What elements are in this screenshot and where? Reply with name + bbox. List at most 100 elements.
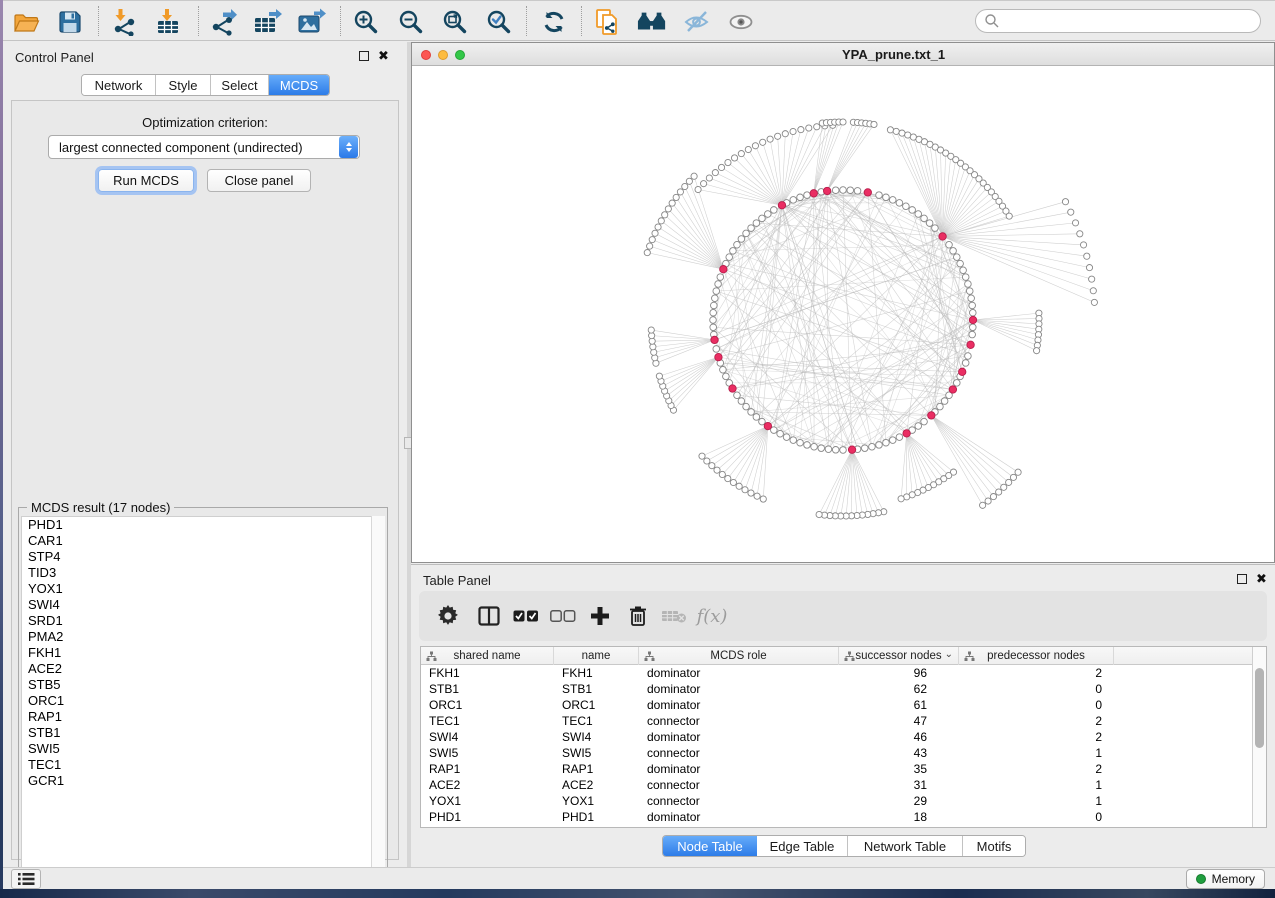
network-node[interactable]	[754, 493, 760, 499]
mcds-result-item[interactable]: ACE2	[22, 661, 372, 677]
network-node[interactable]	[966, 288, 973, 295]
network-node[interactable]	[760, 139, 766, 145]
network-node[interactable]	[760, 496, 766, 502]
network-node[interactable]	[753, 414, 760, 421]
tab-select[interactable]: Select	[211, 75, 269, 95]
network-node[interactable]	[730, 479, 736, 485]
cell-name[interactable]: FKH1	[554, 665, 639, 681]
table-row-PHD1[interactable]: PHD1PHD1dominator180	[421, 809, 1253, 825]
cell-successor-nodes[interactable]: 18	[839, 809, 959, 825]
network-node[interactable]	[804, 442, 811, 449]
cell-successor-nodes[interactable]: 46	[839, 729, 959, 745]
mcds-result-item[interactable]: GCR1	[22, 773, 372, 789]
network-node[interactable]	[764, 211, 771, 218]
network-node[interactable]	[686, 178, 692, 184]
node-table-header[interactable]: shared namenameMCDS rolesuccessor nodes⌄…	[421, 647, 1253, 665]
network-node[interactable]	[889, 437, 896, 444]
cell-successor-nodes[interactable]: 31	[839, 777, 959, 793]
network-node[interactable]	[771, 207, 778, 214]
network-node[interactable]	[648, 327, 654, 333]
network-node[interactable]	[840, 447, 847, 454]
network-node[interactable]	[759, 215, 766, 222]
network-node[interactable]	[883, 194, 890, 201]
mcds-result-item[interactable]: STB1	[22, 725, 372, 741]
network-node[interactable]	[677, 189, 683, 195]
network-node[interactable]	[950, 248, 957, 255]
network-node[interactable]	[985, 498, 991, 504]
network-node[interactable]	[969, 331, 976, 338]
mcds-result-item[interactable]: TEC1	[22, 757, 372, 773]
cell-predecessor-nodes[interactable]: 0	[959, 809, 1114, 825]
mcds-result-item[interactable]: SWI4	[22, 597, 372, 613]
cell-shared-name[interactable]: STB1	[421, 681, 554, 697]
mcds-hub-node[interactable]	[967, 341, 974, 348]
cell-shared-name[interactable]: RAP1	[421, 761, 554, 777]
network-node[interactable]	[782, 131, 788, 137]
mcds-result-list[interactable]: PHD1CAR1STP4TID3YOX1SWI4SRD1PMA2FKH1ACE2…	[21, 516, 373, 876]
network-node[interactable]	[946, 241, 953, 248]
table-settings-gear-icon[interactable]	[433, 602, 463, 630]
task-history-button[interactable]	[11, 869, 41, 889]
close-table-panel-icon[interactable]: ✖	[1256, 574, 1267, 584]
network-node[interactable]	[969, 324, 976, 331]
network-node[interactable]	[753, 220, 760, 227]
column-header-name[interactable]: name	[554, 647, 639, 665]
network-node[interactable]	[825, 446, 832, 453]
network-node[interactable]	[960, 267, 967, 274]
network-node[interactable]	[738, 236, 745, 243]
open-file-icon[interactable]	[11, 8, 41, 36]
cell-name[interactable]: SWI4	[554, 729, 639, 745]
network-node[interactable]	[1072, 220, 1078, 226]
network-node[interactable]	[876, 192, 883, 199]
node-table[interactable]: shared namenameMCDS rolesuccessor nodes⌄…	[420, 646, 1267, 828]
cell-name[interactable]: RAP1	[554, 761, 639, 777]
network-node[interactable]	[691, 173, 697, 179]
column-header-MCDS-role[interactable]: MCDS role	[639, 647, 839, 665]
table-scrollbar[interactable]	[1252, 647, 1266, 827]
network-canvas[interactable]	[412, 66, 1274, 562]
mcds-hub-node[interactable]	[729, 385, 736, 392]
network-node[interactable]	[759, 418, 766, 425]
show-hide-icon[interactable]	[682, 8, 712, 36]
network-node[interactable]	[719, 471, 725, 477]
cell-name[interactable]: ORC1	[554, 697, 639, 713]
copy-network-icon[interactable]	[593, 8, 623, 36]
network-node[interactable]	[804, 192, 811, 199]
float-panel-icon[interactable]	[359, 51, 369, 61]
network-node[interactable]	[665, 206, 671, 212]
table-row-YOX1[interactable]: YOX1YOX1connector291	[421, 793, 1253, 809]
network-node[interactable]	[921, 418, 928, 425]
network-node[interactable]	[896, 200, 903, 207]
cell-predecessor-nodes[interactable]: 2	[959, 761, 1114, 777]
network-node[interactable]	[921, 215, 928, 222]
network-node[interactable]	[811, 443, 818, 450]
mcds-hub-node[interactable]	[711, 336, 718, 343]
network-node[interactable]	[649, 237, 655, 243]
deselect-all-icon[interactable]	[548, 602, 578, 630]
table-scrollbar-thumb[interactable]	[1255, 668, 1264, 748]
table-tab-edge-table[interactable]: Edge Table	[757, 836, 848, 856]
cell-successor-nodes[interactable]: 96	[839, 665, 959, 681]
mcds-result-item[interactable]: TID3	[22, 565, 372, 581]
table-row-ORC1[interactable]: ORC1ORC1dominator610	[421, 697, 1253, 713]
network-node[interactable]	[962, 360, 969, 367]
zoom-selected-icon[interactable]	[484, 8, 514, 36]
mcds-hub-node[interactable]	[928, 412, 935, 419]
network-node[interactable]	[953, 254, 960, 261]
mcds-result-item[interactable]: STP4	[22, 549, 372, 565]
network-node[interactable]	[652, 230, 658, 236]
network-node[interactable]	[777, 430, 784, 437]
network-node[interactable]	[738, 398, 745, 405]
mcds-hub-node[interactable]	[764, 422, 771, 429]
tab-mcds[interactable]: MCDS	[269, 75, 329, 95]
mcds-hub-node[interactable]	[969, 316, 976, 323]
network-node[interactable]	[748, 225, 755, 232]
network-node[interactable]	[871, 121, 877, 127]
network-node[interactable]	[832, 446, 839, 453]
node-table-body[interactable]: FKH1FKH1dominator962STB1STB1dominator620…	[421, 665, 1253, 827]
cell-name[interactable]: SWI5	[554, 745, 639, 761]
network-node[interactable]	[730, 248, 737, 255]
network-node[interactable]	[1001, 484, 1007, 490]
column-header-successor-nodes[interactable]: successor nodes⌄	[839, 647, 959, 665]
network-node[interactable]	[713, 346, 720, 353]
